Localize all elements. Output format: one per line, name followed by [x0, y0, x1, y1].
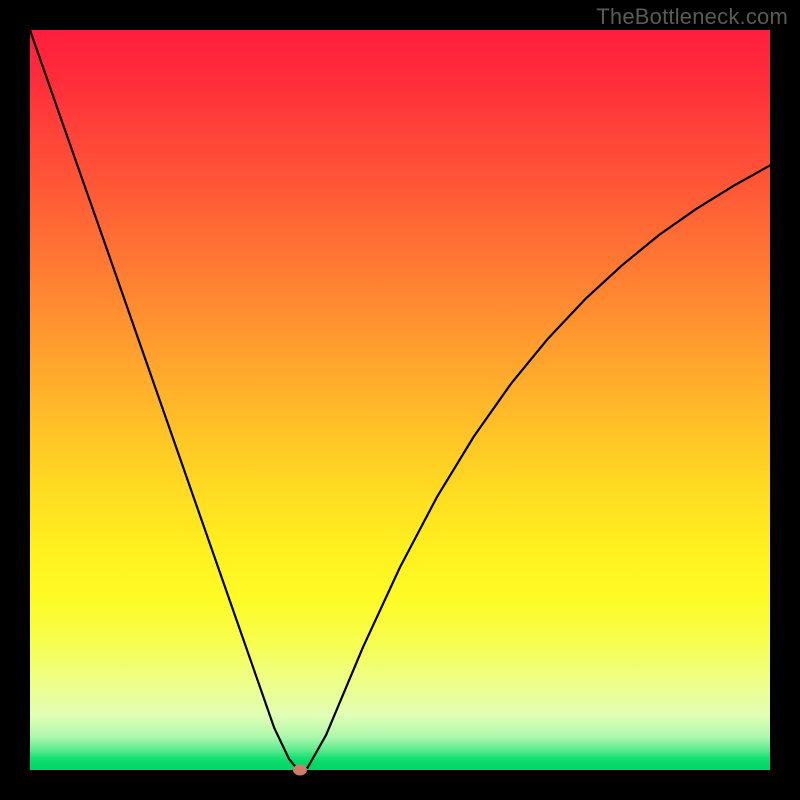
watermark-text: TheBottleneck.com	[596, 4, 788, 30]
chart-curve	[30, 30, 770, 770]
chart-minimum-marker	[293, 765, 307, 776]
chart-plot-area	[30, 30, 770, 770]
